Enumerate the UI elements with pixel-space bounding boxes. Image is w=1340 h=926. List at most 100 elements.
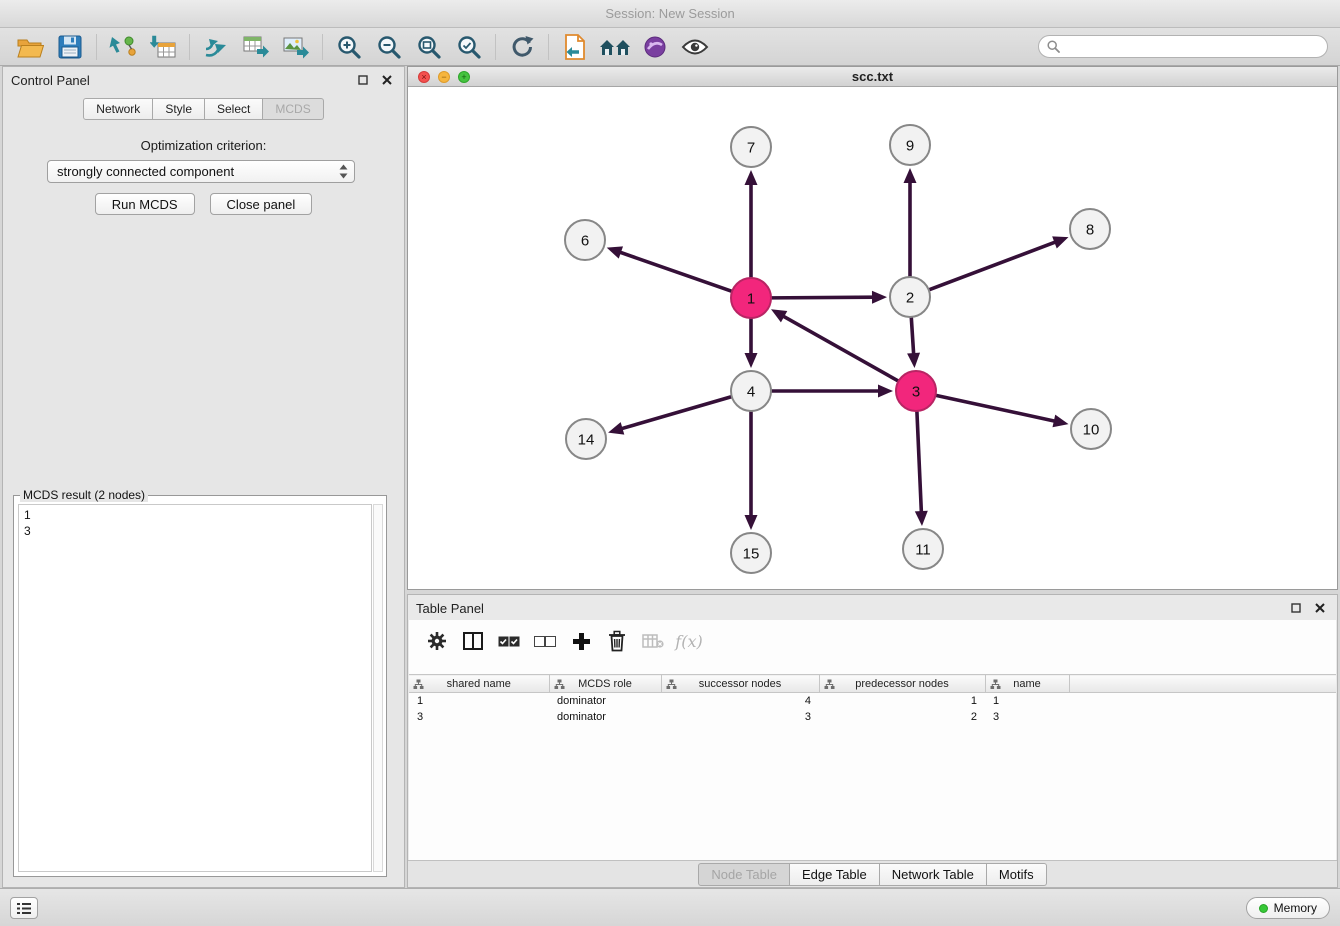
- window-titlebar: Session: New Session: [0, 0, 1340, 28]
- task-history-button[interactable]: [10, 897, 38, 919]
- dropdown-value: strongly connected component: [57, 164, 339, 179]
- tab-network-table[interactable]: Network Table: [880, 863, 987, 886]
- close-window-icon[interactable]: ×: [418, 71, 430, 83]
- column-header-predecessor-nodes[interactable]: predecessor nodes: [819, 675, 985, 693]
- control-panel: Control Panel Network Style Select MCDS …: [2, 66, 405, 888]
- column-header-MCDS-role[interactable]: MCDS role: [549, 675, 661, 693]
- edge-arrowhead-icon: [907, 353, 920, 368]
- sort-hierarchy-icon: [824, 679, 835, 693]
- deselect-all-icon[interactable]: [527, 625, 563, 657]
- tab-select[interactable]: Select: [205, 98, 263, 120]
- graph-edge-4-14[interactable]: [621, 397, 731, 429]
- window-controls: × − +: [418, 71, 470, 83]
- network-window-title: scc.txt: [408, 69, 1337, 84]
- eye-icon[interactable]: [675, 30, 715, 64]
- mcds-result-title: MCDS result (2 nodes): [20, 488, 148, 502]
- tab-mcds[interactable]: MCDS: [263, 98, 323, 120]
- table-panel-header: Table Panel: [408, 595, 1337, 621]
- zoom-out-icon[interactable]: [369, 30, 409, 64]
- save-session-icon[interactable]: [50, 30, 90, 64]
- graph-edge-3-11[interactable]: [917, 412, 921, 513]
- select-all-icon[interactable]: [491, 625, 527, 657]
- toolbar-separator: [548, 34, 549, 60]
- close-panel-icon[interactable]: [1311, 599, 1329, 617]
- graph-edge-1-6[interactable]: [619, 252, 731, 291]
- zoom-in-icon[interactable]: [329, 30, 369, 64]
- refresh-icon[interactable]: [502, 30, 542, 64]
- column-header-label: name: [1013, 678, 1041, 690]
- mcds-result-list: 13: [18, 504, 372, 872]
- control-panel-header: Control Panel: [3, 67, 404, 93]
- graph-edge-1-2[interactable]: [772, 297, 874, 298]
- export-network-icon[interactable]: [196, 30, 236, 64]
- tab-edge-table[interactable]: Edge Table: [790, 863, 880, 886]
- zoom-fit-icon[interactable]: [409, 30, 449, 64]
- export-image-icon[interactable]: [276, 30, 316, 64]
- tab-style[interactable]: Style: [153, 98, 205, 120]
- graph-node-label: 2: [906, 290, 914, 307]
- graph-edge-2-8[interactable]: [930, 242, 1057, 290]
- close-panel-icon[interactable]: [378, 71, 396, 89]
- graph-node-label: 9: [906, 138, 914, 155]
- column-header-name[interactable]: name: [985, 675, 1069, 693]
- tab-motifs[interactable]: Motifs: [987, 863, 1047, 886]
- show-columns-icon[interactable]: [455, 625, 491, 657]
- import-network-icon[interactable]: [103, 30, 143, 64]
- result-scrollbar[interactable]: [373, 504, 383, 872]
- graph-node-label: 10: [1083, 422, 1100, 439]
- edge-arrowhead-icon: [1052, 236, 1068, 248]
- memory-button[interactable]: Memory: [1246, 897, 1330, 919]
- table-cell-filler: [1069, 709, 1336, 725]
- optimization-dropdown[interactable]: strongly connected component: [47, 160, 355, 183]
- search-box[interactable]: [1038, 35, 1328, 58]
- search-input[interactable]: [1060, 40, 1327, 54]
- table-row[interactable]: 1dominator411: [409, 693, 1336, 709]
- run-mcds-button[interactable]: Run MCDS: [95, 193, 195, 215]
- column-header-successor-nodes[interactable]: successor nodes: [661, 675, 819, 693]
- sort-hierarchy-icon: [666, 679, 677, 693]
- graph-node-label: 8: [1086, 222, 1094, 239]
- graph-edge-3-10[interactable]: [937, 395, 1056, 421]
- tab-node-table[interactable]: Node Table: [698, 863, 790, 886]
- export-table-icon[interactable]: [236, 30, 276, 64]
- table-panel-body: f(x) shared nameMCDS rolesuccessor nodes…: [409, 620, 1336, 860]
- table-panel: Table Panel: [407, 594, 1338, 888]
- tab-network[interactable]: Network: [83, 98, 153, 120]
- add-column-icon[interactable]: [563, 625, 599, 657]
- memory-status-icon: [1259, 904, 1268, 913]
- table-panel-tabs: Node Table Edge Table Network Table Moti…: [408, 860, 1337, 887]
- network-window-titlebar[interactable]: scc.txt × − +: [408, 67, 1337, 87]
- table-cell: 1: [985, 693, 1069, 709]
- edge-arrowhead-icon: [915, 511, 928, 526]
- list-icon: [17, 903, 31, 914]
- float-panel-icon[interactable]: [1287, 599, 1305, 617]
- network-canvas[interactable]: 7968124314101511: [408, 87, 1337, 589]
- graph-edge-2-3[interactable]: [911, 318, 913, 355]
- column-header-shared-name[interactable]: shared name: [409, 675, 549, 693]
- control-panel-title: Control Panel: [11, 73, 90, 88]
- first-neighbors-icon[interactable]: [595, 30, 635, 64]
- delete-table-icon: [635, 625, 671, 657]
- optimization-criterion-label: Optimization criterion:: [3, 138, 404, 153]
- style-painter-icon[interactable]: [635, 30, 675, 64]
- clone-network-icon[interactable]: [555, 30, 595, 64]
- table-cell: 2: [819, 709, 985, 725]
- table-settings-gear-icon[interactable]: [419, 625, 455, 657]
- minimize-window-icon[interactable]: −: [438, 71, 450, 83]
- float-panel-icon[interactable]: [354, 71, 372, 89]
- node-table: shared name MCDS rolesuccessor nodes prede…: [409, 674, 1336, 725]
- column-header-label: shared name: [447, 678, 511, 690]
- edge-arrowhead-icon: [745, 353, 758, 368]
- search-icon: [1047, 40, 1060, 53]
- zoom-selected-icon[interactable]: [449, 30, 489, 64]
- control-panel-tabs: Network Style Select MCDS: [3, 98, 404, 120]
- open-session-icon[interactable]: [10, 30, 50, 64]
- close-panel-button[interactable]: Close panel: [210, 193, 313, 215]
- delete-column-icon[interactable]: [599, 625, 635, 657]
- dropdown-stepper-icon: [339, 164, 348, 179]
- import-table-icon[interactable]: [143, 30, 183, 64]
- maximize-window-icon[interactable]: +: [458, 71, 470, 83]
- graph-edge-3-1[interactable]: [782, 316, 897, 381]
- table-row[interactable]: 3dominator323: [409, 709, 1336, 725]
- column-header-label: predecessor nodes: [855, 678, 949, 690]
